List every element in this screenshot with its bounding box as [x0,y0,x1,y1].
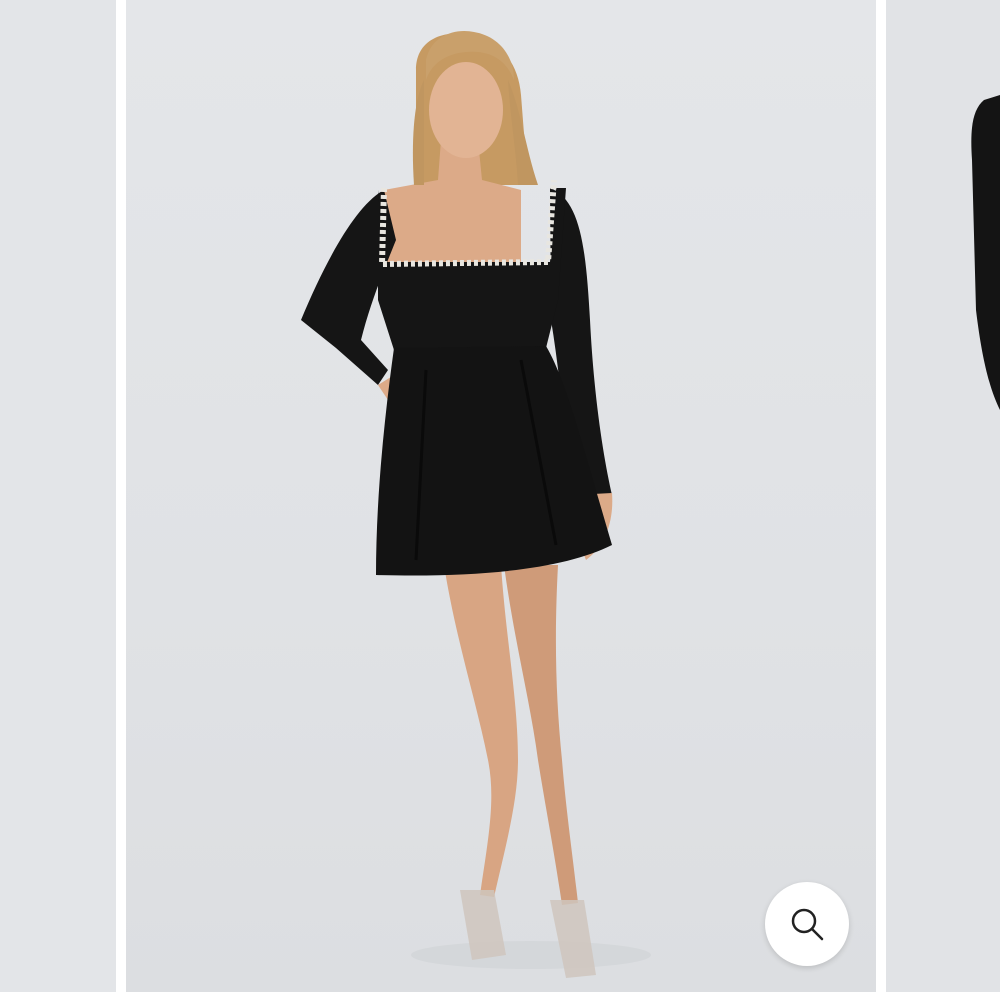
next-model-photo-partial [971,95,1000,410]
current-product-image[interactable] [126,0,876,992]
model-photo [301,30,651,978]
gallery-bottom-edge [0,992,1000,1000]
zoom-button[interactable] [765,882,849,966]
previous-product-image[interactable] [0,0,116,992]
search-icon [791,908,824,941]
next-product-image[interactable] [886,0,1000,992]
product-image-carousel [0,0,1000,1000]
